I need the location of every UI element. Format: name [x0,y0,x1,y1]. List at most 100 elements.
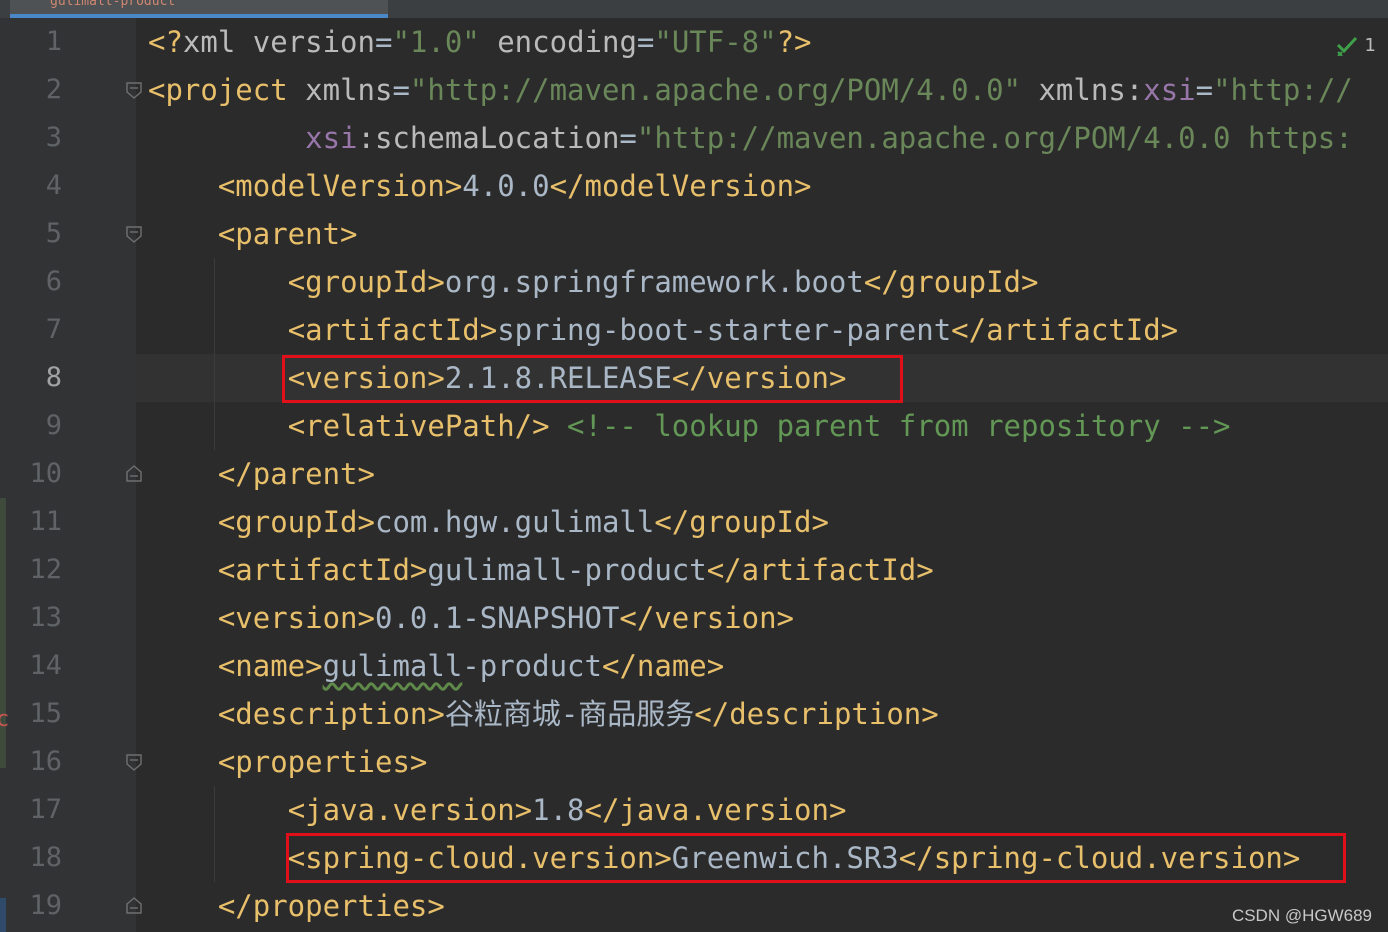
code-token: <name> [217,649,323,683]
code-token: <? [148,25,183,59]
line-number[interactable]: 15 [8,690,62,738]
code-token: xmlns [287,73,393,107]
code-token: <!-- lookup parent from repository --> [549,409,1231,443]
code-line[interactable]: <?xml version="1.0" encoding="UTF-8"?> [148,18,812,66]
code-line[interactable]: <project xmlns="http://maven.apache.org/… [148,66,1353,114]
line-number[interactable]: 10 [8,450,62,498]
code-token: </artifactId> [706,553,934,587]
code-token: = [1195,73,1214,107]
line-number[interactable]: 6 [8,258,62,306]
line-number[interactable]: 8 [8,354,62,402]
line-number[interactable]: 16 [8,738,62,786]
code-token: -product [462,649,602,683]
code-token: <description> [217,697,445,731]
fold-close-icon[interactable] [124,896,144,916]
code-line[interactable]: </parent> [148,450,375,498]
line-number[interactable]: 3 [8,114,62,162]
code-line[interactable]: <description>谷粒商城-商品服务</description> [148,690,939,738]
tab-pom-xml[interactable]: gulimall-product [10,0,388,18]
code-token: </version> [619,601,795,635]
fold-open-icon[interactable] [124,224,144,244]
code-token: ?> [776,25,812,59]
code-line[interactable]: <name>gulimall-product</name> [148,642,724,690]
code-token: </description> [694,697,939,731]
code-token: </modelVersion> [549,169,812,203]
code-token: :schemaLocation [357,121,620,155]
code-token: "http:// [1213,73,1353,107]
code-token: </java.version> [584,793,847,827]
highlight-box-spring-cloud-version [286,833,1346,883]
line-number[interactable]: 19 [8,882,62,930]
code-token: 4.0.0 [462,169,550,203]
line-number[interactable]: 2 [8,66,62,114]
tab-label: gulimall-product [50,0,176,9]
line-number[interactable]: 18 [8,834,62,882]
line-number[interactable]: 14 [8,642,62,690]
code-line[interactable]: <groupId>com.hgw.gulimall</groupId> [148,498,829,546]
code-token: "http://maven.apache.org/POM/4.0.0 https… [636,121,1353,155]
line-number[interactable]: 13 [8,594,62,642]
code-token: = [374,25,393,59]
code-token: encoding [479,25,637,59]
line-number[interactable]: 12 [8,546,62,594]
code-token: 0.0.1-SNAPSHOT [374,601,620,635]
code-line[interactable]: <artifactId>gulimall-product</artifactId… [148,546,934,594]
code-token: </name> [601,649,725,683]
code-token: <relativePath/> [287,409,550,443]
code-token: spring-boot-starter-parent [497,313,952,347]
code-token: = [636,25,655,59]
code-line[interactable]: <groupId>org.springframework.boot</group… [148,258,1039,306]
code-token: 谷粒商城-商品服务 [444,697,695,731]
code-line[interactable]: <artifactId>spring-boot-starter-parent</… [148,306,1178,354]
line-number[interactable]: 9 [8,402,62,450]
line-number[interactable]: 1 [8,18,62,66]
code-line[interactable]: <modelVersion>4.0.0</modelVersion> [148,162,812,210]
code-token: xml version [182,25,375,59]
code-token: "1.0" [392,25,480,59]
code-token: <groupId> [287,265,445,299]
code-line[interactable]: <java.version>1.8</java.version> [148,786,847,834]
line-number[interactable]: 5 [8,210,62,258]
line-number[interactable]: 11 [8,498,62,546]
code-token: = [619,121,637,155]
code-token: <artifactId> [217,553,428,587]
line-number[interactable]: 4 [8,162,62,210]
code-line[interactable]: </properties> [148,882,445,930]
code-line[interactable]: <relativePath/> <!-- lookup parent from … [148,402,1231,450]
code-line[interactable]: <properties> [148,738,428,786]
code-token: xsi [148,121,358,155]
code-token: <artifactId> [287,313,498,347]
code-token: "http://maven.apache.org/POM/4.0.0" [409,73,1022,107]
fold-close-icon[interactable] [124,464,144,484]
inspection-widget[interactable]: 1 [1335,28,1376,62]
code-line[interactable]: xsi:schemaLocation="http://maven.apache.… [148,114,1353,162]
code-line[interactable]: <version>0.0.1-SNAPSHOT</version> [148,594,794,642]
vcs-change-marker-blue [0,898,6,932]
code-token: com.hgw.gulimall [374,505,655,539]
code-token: "UTF-8" [654,25,777,59]
line-number[interactable]: 17 [8,786,62,834]
code-token: </artifactId> [951,313,1179,347]
code-token: <parent> [217,217,358,251]
code-token: = [392,73,410,107]
code-token: </groupId> [863,265,1039,299]
fold-open-icon[interactable] [124,80,144,100]
line-number[interactable]: 7 [8,306,62,354]
code-token: <properties> [217,745,428,779]
code-token: <groupId> [217,505,375,539]
fold-open-icon[interactable] [124,752,144,772]
highlight-box-version [282,355,903,403]
inspection-count: 1 [1364,34,1376,56]
code-line[interactable]: <parent> [148,210,358,258]
code-token: gulimall [322,649,463,683]
